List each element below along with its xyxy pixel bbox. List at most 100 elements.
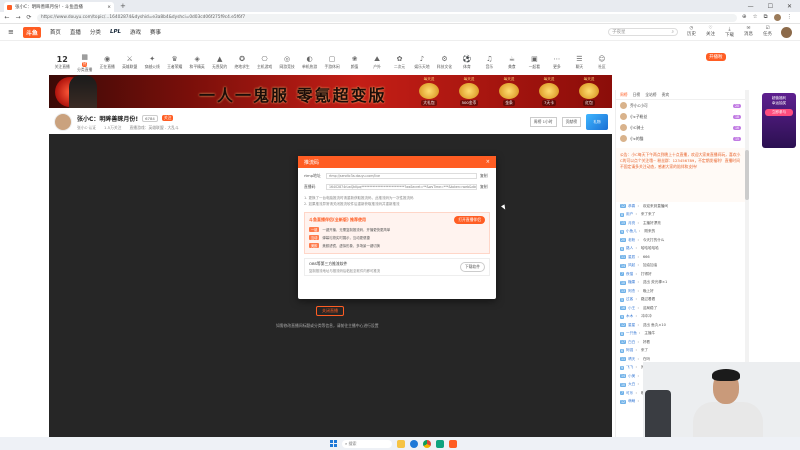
category-item-17[interactable]: ⚽ 体育 bbox=[457, 55, 477, 70]
nav-game[interactable]: 游戏 bbox=[130, 28, 141, 36]
store-icon[interactable] bbox=[436, 439, 444, 448]
open-companion-button[interactable]: 打开直播伴侣 bbox=[454, 216, 485, 224]
douyu-app-icon[interactable] bbox=[449, 439, 457, 448]
chat-username[interactable]: 星星 bbox=[628, 323, 635, 328]
browser-app-icon[interactable] bbox=[410, 439, 418, 448]
category-item-23[interactable]: ☺ 社区 bbox=[592, 55, 612, 70]
category-item-4[interactable]: ♛ 王者荣耀 bbox=[164, 55, 184, 70]
chat-username[interactable]: 路人 bbox=[626, 246, 633, 251]
scroll-thumb[interactable] bbox=[745, 150, 749, 200]
chat-username[interactable]: 大白 bbox=[628, 382, 635, 387]
category-item-16[interactable]: ⚙ 科技文化 bbox=[434, 55, 454, 70]
chat-username[interactable]: 阿强 bbox=[626, 348, 633, 353]
url-field[interactable]: https://www.douyu.com/topic/...16402874&… bbox=[37, 13, 738, 22]
chat-username[interactable]: 白白 bbox=[628, 340, 635, 345]
windows-start-icon[interactable] bbox=[330, 440, 337, 447]
follow-count[interactable]: 12 关注直播 bbox=[52, 55, 72, 70]
tab-daily[interactable]: 日榜 bbox=[633, 92, 641, 98]
chat-username[interactable]: 风起 bbox=[628, 263, 635, 268]
category-item-15[interactable]: ♪ 娱乐天地 bbox=[412, 55, 432, 70]
nav-lpl[interactable]: LPL bbox=[110, 29, 121, 35]
profile-avatar[interactable] bbox=[773, 14, 781, 21]
taskbar-search[interactable]: ⌕ 搜索 bbox=[342, 439, 392, 448]
hamburger-icon[interactable]: ≡ bbox=[8, 28, 14, 36]
close-window-icon[interactable]: ✕ bbox=[787, 3, 792, 10]
category-item-10[interactable]: ◐ 单机热游 bbox=[299, 55, 319, 70]
chat-username[interactable]: 恭喜 bbox=[628, 204, 635, 209]
follow-icon[interactable]: ♡ 关注 bbox=[706, 26, 715, 38]
category-item-9[interactable]: ◎ 网游竞技 bbox=[277, 55, 297, 70]
chat-username[interactable]: 晴天 bbox=[628, 357, 635, 362]
minimize-icon[interactable]: — bbox=[748, 3, 754, 10]
ad-banner[interactable]: 一人一鬼服 零氪超变版 每天送 大礼包 每天送 500金币 每天送 金条 每天送 7天卡… bbox=[49, 75, 612, 108]
copy-rtmp-button[interactable]: 复制 bbox=[480, 173, 490, 179]
close-tab-icon[interactable]: × bbox=[107, 5, 111, 10]
search-input[interactable]: 子夜星 ⌕ bbox=[608, 28, 678, 36]
rank-row[interactable]: 小C骑士 16 bbox=[616, 122, 745, 133]
chat-username[interactable]: 一只鱼 bbox=[626, 331, 637, 336]
chat-username[interactable]: 月亮 bbox=[628, 221, 635, 226]
side-ad-button[interactable]: 立即参与 bbox=[765, 109, 793, 116]
chat-username[interactable]: 小美 bbox=[628, 374, 635, 379]
zoom-icon[interactable]: ⊕ bbox=[742, 14, 747, 21]
nav-home[interactable]: 首页 bbox=[50, 28, 61, 36]
category-item-12[interactable]: ❀ 颜值 bbox=[344, 55, 364, 70]
gift-button[interactable]: 礼物 bbox=[586, 114, 608, 130]
maximize-icon[interactable]: ☐ bbox=[768, 3, 773, 10]
menu-icon[interactable]: ⋮ bbox=[787, 14, 793, 21]
download-button[interactable]: 下载软件 bbox=[459, 262, 485, 272]
back-icon[interactable]: ← bbox=[4, 14, 10, 21]
nav-live[interactable]: 直播 bbox=[70, 28, 81, 36]
rank-row[interactable]: 小c子粉丝 18 bbox=[616, 111, 745, 122]
extensions-icon[interactable]: ⧉ bbox=[764, 14, 768, 21]
tab-vip[interactable]: 贵宾 bbox=[662, 92, 670, 98]
category-item-6[interactable]: ▲ 无畏契约 bbox=[209, 55, 229, 70]
stream-key-field[interactable]: 16402874rLwQkKpq************************… bbox=[326, 184, 477, 190]
chat-username[interactable]: 老粉 bbox=[628, 238, 635, 243]
category-item-0[interactable]: ▦ 热分类直播 bbox=[74, 53, 94, 73]
chat-username[interactable]: 阿杰 bbox=[628, 289, 635, 294]
search-icon[interactable]: ⌕ bbox=[671, 29, 674, 35]
contribution-box[interactable]: 贡献榜 bbox=[561, 117, 581, 127]
chat-username[interactable]: 糖果 bbox=[628, 280, 635, 285]
streamer-name[interactable]: 张小C·认证 bbox=[77, 125, 96, 131]
chat-username[interactable]: 萌萌 bbox=[628, 399, 635, 404]
start-live-button[interactable]: 开播啦 bbox=[706, 53, 726, 61]
category-item-8[interactable]: ⎔ 主机游戏 bbox=[254, 55, 274, 70]
chrome-icon[interactable] bbox=[423, 439, 431, 448]
chat-username[interactable]: 小鱼儿 bbox=[626, 229, 637, 234]
side-ad[interactable]: 超值福利 幸运抽奖 立即参与 bbox=[762, 93, 796, 148]
close-live-button[interactable]: 关闭直播 bbox=[316, 306, 344, 316]
category-item-3[interactable]: ✦ 穿越火线 bbox=[142, 55, 162, 70]
chat-username[interactable]: 小王 bbox=[628, 306, 635, 311]
rtmp-address-field[interactable]: rtmp://sendtc3a.douyu.com/live bbox=[326, 173, 477, 179]
chat-username[interactable]: 星辰 bbox=[628, 255, 635, 260]
category-item-19[interactable]: ☕ 美食 bbox=[502, 55, 522, 70]
nav-events[interactable]: 赛事 bbox=[150, 28, 161, 36]
new-tab-button[interactable]: + bbox=[120, 2, 126, 10]
category-item-1[interactable]: ◉ 正在直播 bbox=[97, 55, 117, 70]
close-icon[interactable]: × bbox=[486, 159, 490, 165]
nav-category[interactable]: 分类 bbox=[90, 28, 101, 36]
file-explorer-icon[interactable] bbox=[397, 439, 405, 448]
chat-username[interactable]: 夜猫 bbox=[626, 272, 633, 277]
category-item-21[interactable]: ⋯ 更多 bbox=[547, 55, 567, 70]
chat-username[interactable]: 木木 bbox=[626, 314, 633, 319]
category-item-13[interactable]: ⛰ 户外 bbox=[367, 55, 387, 70]
category-item-5[interactable]: ◈ 和平精英 bbox=[187, 55, 207, 70]
chat-username[interactable]: 用户 bbox=[626, 212, 633, 217]
category-item-11[interactable]: ▢ 手游休闲 bbox=[322, 55, 342, 70]
reload-icon[interactable]: ⟳ bbox=[26, 14, 32, 21]
forward-icon[interactable]: → bbox=[15, 14, 21, 21]
rank-row[interactable]: 乔小C小可 20 bbox=[616, 100, 745, 111]
message-icon[interactable]: ✉ 消息 bbox=[744, 26, 753, 38]
star-icon[interactable]: ☆ bbox=[753, 14, 758, 21]
task-icon[interactable]: ☑ 任务 bbox=[763, 26, 772, 38]
tab-weekly[interactable]: 周榜 bbox=[620, 92, 628, 98]
tab-site[interactable]: 全站榜 bbox=[645, 92, 656, 98]
category-item-22[interactable]: ☰ 聊天 bbox=[569, 55, 589, 70]
game-category[interactable]: 直播游戏：英雄联盟 - 大乱斗 bbox=[129, 125, 178, 131]
copy-key-button[interactable]: 复制 bbox=[480, 184, 490, 190]
category-item-18[interactable]: ♫ 音乐 bbox=[479, 55, 499, 70]
rank-box[interactable]: 周榜 1小时 bbox=[529, 117, 557, 127]
